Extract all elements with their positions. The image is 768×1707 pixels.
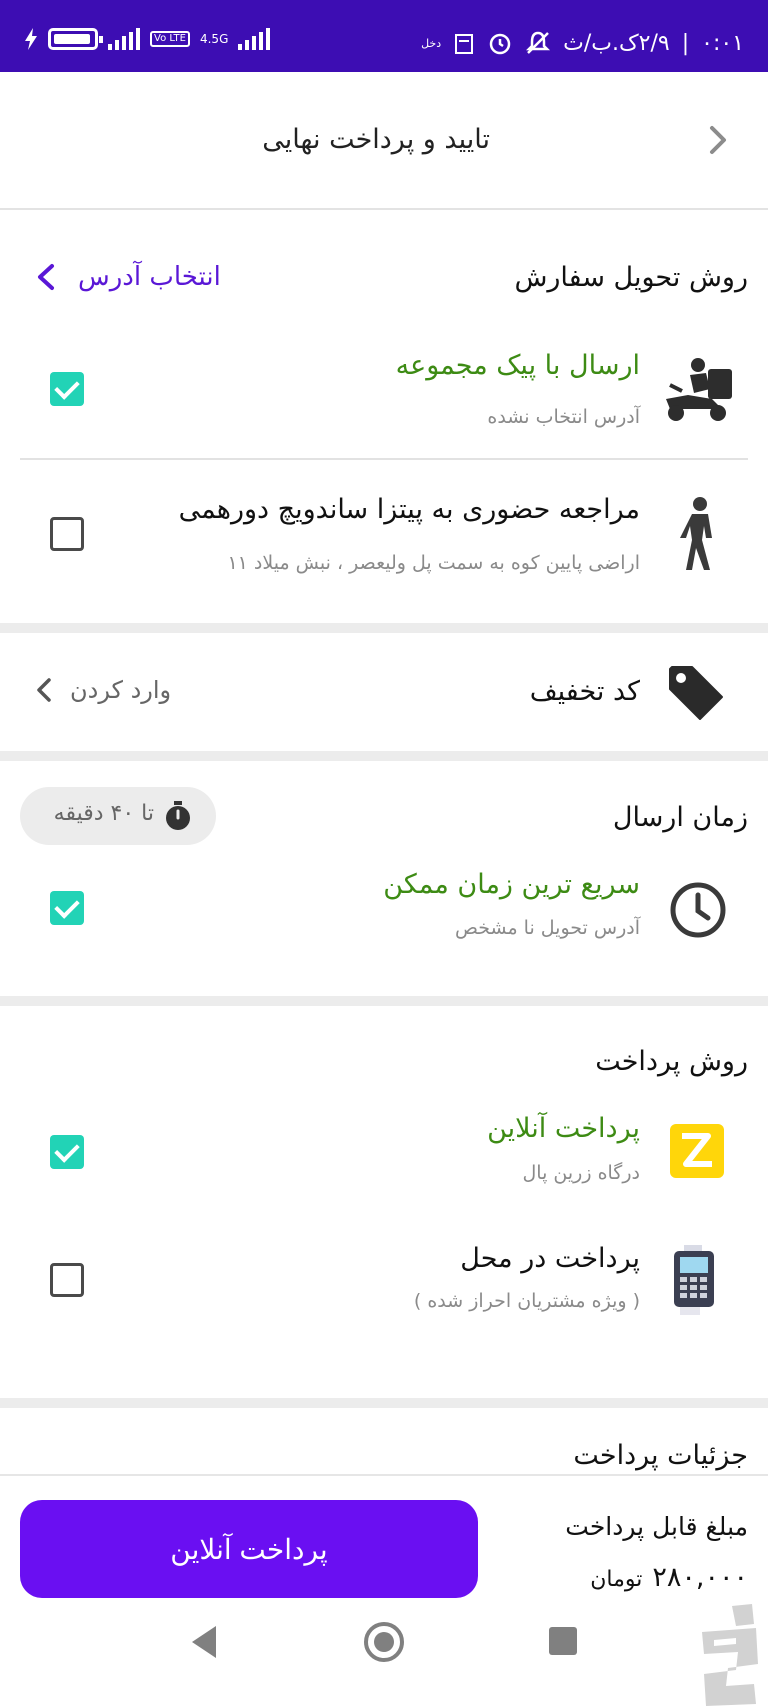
page-title: تایید و پرداخت نهایی — [262, 124, 490, 155]
send-time-option-subtitle: آدرس تحویل نا مشخص — [454, 917, 640, 939]
delivery-scooter-icon — [666, 358, 732, 421]
delivery-heading: روش تحویل سفارش — [514, 262, 748, 293]
select-address-label: انتخاب آدرس — [78, 262, 221, 292]
system-nav-bar — [0, 1604, 768, 1707]
payment-cod-checkbox[interactable] — [50, 1263, 84, 1297]
send-time-checkbox[interactable] — [50, 891, 84, 925]
battery-icon — [48, 28, 103, 50]
section-divider — [0, 623, 768, 633]
status-bar-right: ۰:۰۱ | ۲/۹ک.ب/ث دخل — [421, 30, 744, 56]
alarm-icon — [489, 33, 511, 55]
volte-badge: Vo LTE — [150, 31, 190, 47]
status-time: ۰:۰۱ — [701, 30, 744, 56]
store-watermark-icon — [702, 1604, 758, 1706]
tag-icon — [669, 666, 723, 720]
delivery-option-pickup-title: مراجعه حضوری به پیتزا ساندویچ دورهمی — [178, 494, 640, 525]
discount-enter-link[interactable]: وارد کردن — [34, 676, 171, 704]
delivery-pickup-checkbox[interactable] — [50, 517, 84, 551]
chevron-left-icon — [38, 264, 54, 290]
signal-icon-2 — [238, 28, 271, 50]
section-divider — [0, 1398, 768, 1408]
delivery-option-courier-title: ارسال با پیک مجموعه — [395, 350, 640, 381]
network-type: 4.5G — [199, 32, 229, 46]
amount-row: ۲۸۰,۰۰۰ تومان — [590, 1562, 748, 1593]
delivery-option-pickup-subtitle: اراضی پایین کوه به سمت پل ولیعصر ، نبش م… — [227, 552, 640, 574]
carrier-small-text: دخل — [421, 36, 442, 50]
status-date: ۲/۹ک.ب/ث — [563, 30, 670, 56]
payment-option-cod-subtitle: ( ویژه مشتریان احراز شده ) — [413, 1290, 640, 1312]
section-divider — [0, 996, 768, 1006]
signal-icon — [108, 28, 140, 50]
discount-enter-label: وارد کردن — [70, 676, 172, 704]
select-address-link[interactable]: انتخاب آدرس — [32, 262, 221, 292]
zarinpal-icon — [670, 1124, 724, 1178]
delivery-time-chip-text: تا ۴۰ دقیقه — [53, 801, 154, 826]
nav-home-icon[interactable] — [362, 1620, 406, 1664]
status-separator: | — [681, 30, 690, 56]
nav-recents-icon[interactable] — [548, 1626, 578, 1656]
nav-back-icon[interactable] — [188, 1624, 220, 1660]
stopwatch-icon — [166, 801, 190, 830]
amount-label: مبلغ قابل پرداخت — [565, 1512, 748, 1541]
pay-online-button[interactable]: پرداخت آنلاین — [20, 1500, 478, 1598]
back-chevron-icon[interactable] — [698, 120, 738, 160]
app-header: تایید و پرداخت نهایی — [0, 72, 768, 210]
chevron-left-icon — [37, 678, 51, 702]
charging-icon — [25, 28, 37, 50]
discount-label: کد تخفیف — [529, 676, 640, 707]
section-divider — [0, 751, 768, 761]
notification-icon — [455, 34, 474, 54]
walking-person-icon — [680, 497, 712, 570]
delivery-option-courier-subtitle: آدرس انتخاب نشده — [487, 406, 640, 428]
send-time-option-title: سریع ترین زمان ممکن — [383, 869, 640, 900]
card-reader-icon — [674, 1245, 714, 1315]
checkout-bar: پرداخت آنلاین مبلغ قابل پرداخت ۲۸۰,۰۰۰ ت… — [0, 1474, 768, 1707]
payment-option-online-title: پرداخت آنلاین — [487, 1113, 640, 1144]
amount-value: ۲۸۰,۰۰۰ — [652, 1562, 748, 1593]
divider — [20, 458, 748, 460]
clock-icon — [670, 882, 726, 938]
payment-option-online-subtitle: درگاه زرین پال — [522, 1162, 641, 1184]
payment-details-heading: جزئیات پرداخت — [573, 1440, 748, 1471]
status-bar-left: Vo LTE 4.5G — [24, 28, 271, 50]
delivery-time-chip: تا ۴۰ دقیقه — [20, 787, 216, 845]
payment-online-checkbox[interactable] — [50, 1135, 84, 1169]
currency-label: تومان — [590, 1567, 643, 1592]
mute-icon — [526, 31, 551, 54]
delivery-courier-checkbox[interactable] — [50, 372, 84, 406]
status-bar: Vo LTE 4.5G ۰:۰۱ | ۲/۹ک.ب/ث دخل — [0, 0, 768, 72]
payment-method-heading: روش پرداخت — [595, 1046, 748, 1077]
send-time-heading: زمان ارسال — [612, 802, 748, 833]
payment-option-cod-title: پرداخت در محل — [460, 1243, 640, 1274]
